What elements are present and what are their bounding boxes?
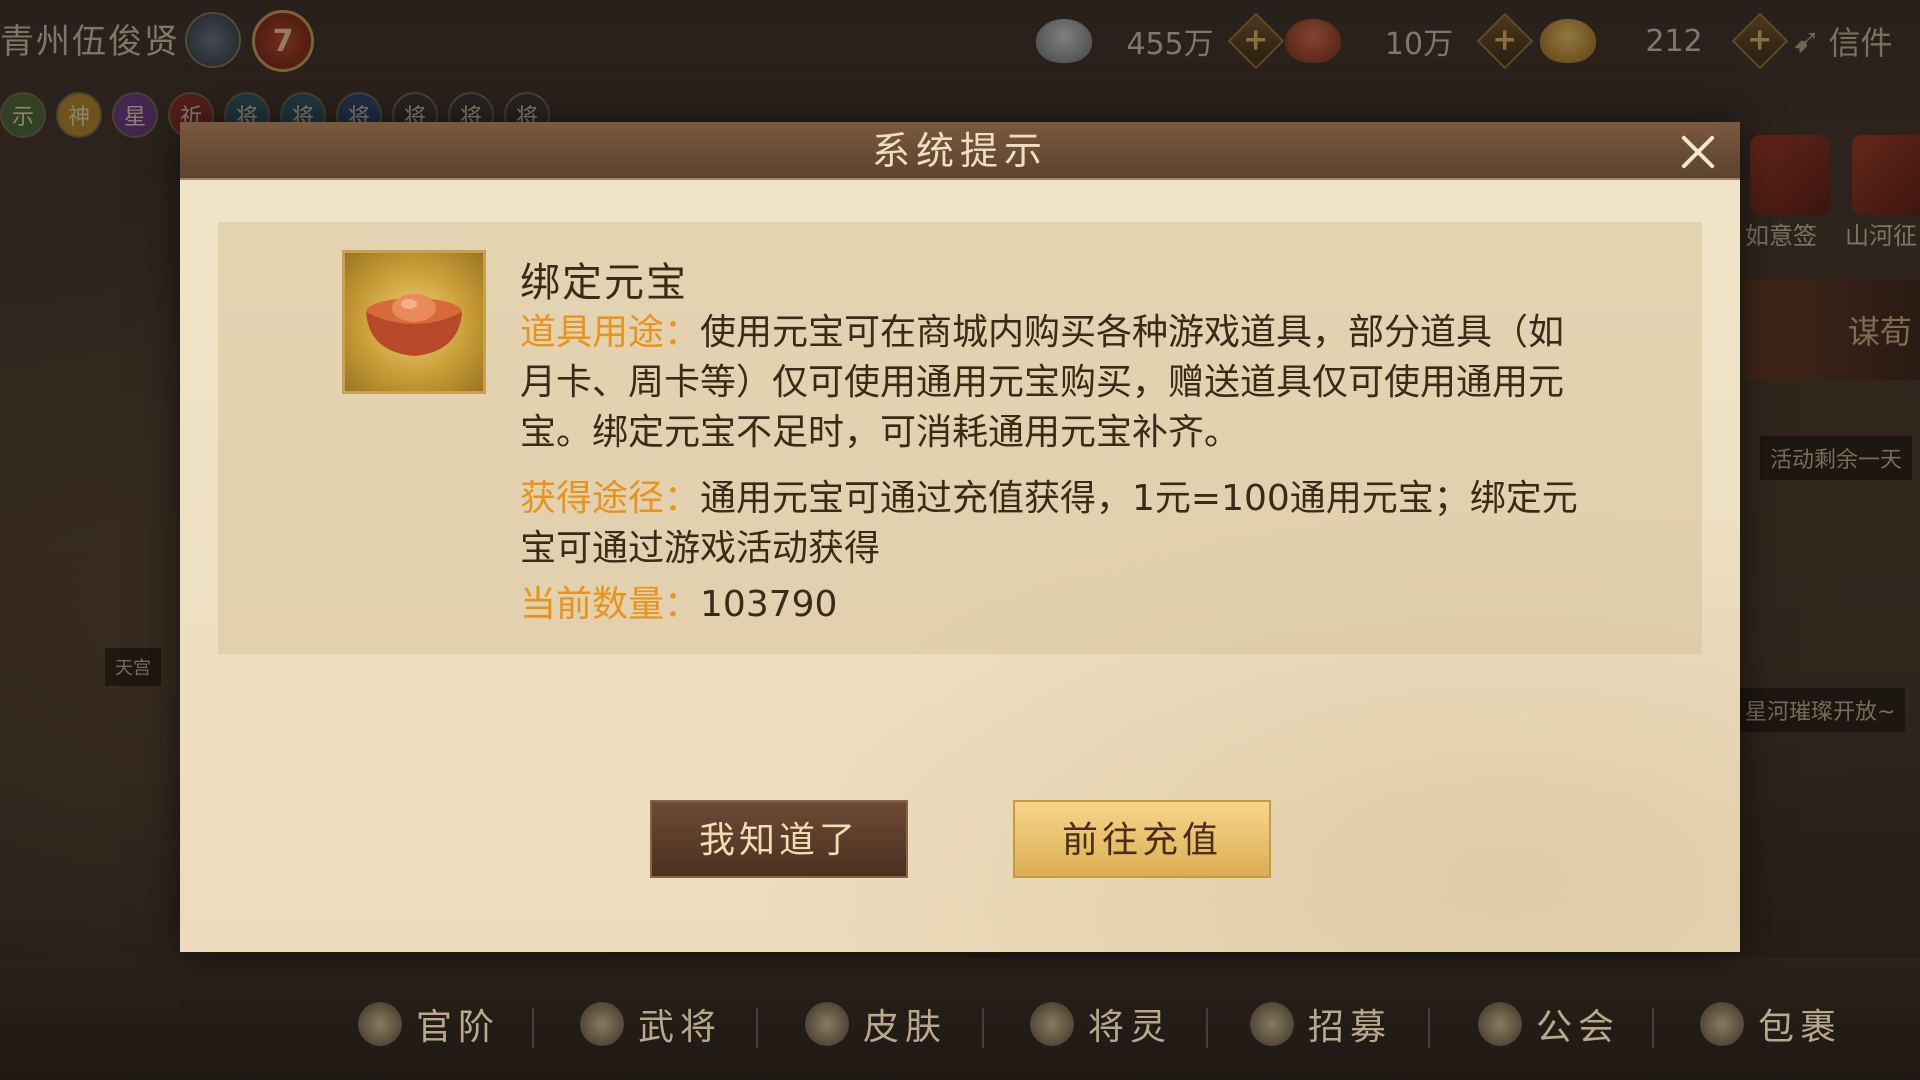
skin-icon	[805, 1002, 849, 1046]
recruit-icon	[1250, 1002, 1294, 1046]
close-icon[interactable]	[1676, 130, 1720, 174]
nav-label: 公会	[1536, 1007, 1621, 1048]
recharge-button[interactable]: 前往充值	[1013, 800, 1271, 878]
general-icon	[580, 1002, 624, 1046]
count-label: 当前数量：	[520, 584, 701, 625]
obtain-section: 获得途径：通用元宝可通过充值获得，1元=100通用元宝；绑定元宝可通过游戏活动获…	[520, 474, 1600, 574]
bottom-nav: 官阶 武将 皮肤 将灵 招募 公会 包裹	[0, 958, 1920, 1080]
nav-recruit[interactable]: 招募	[1250, 998, 1392, 1050]
nav-label: 包裹	[1758, 1007, 1843, 1048]
dialog-title: 系统提示	[871, 129, 1048, 173]
ingot-graphic	[366, 294, 462, 356]
nav-rank[interactable]: 官阶	[358, 998, 500, 1050]
guild-icon	[1478, 1002, 1522, 1046]
nav-label: 武将	[638, 1007, 723, 1048]
system-prompt-dialog: 系统提示 绑定元宝 道具用途：使用元宝可在商城内购买各种游戏道具，部分道具（如月…	[180, 122, 1740, 952]
nav-divider	[1652, 1008, 1654, 1048]
nav-guild[interactable]: 公会	[1478, 998, 1620, 1050]
usage-label: 道具用途：	[520, 312, 701, 353]
dialog-body: 绑定元宝 道具用途：使用元宝可在商城内购买各种游戏道具，部分道具（如月卡、周卡等…	[180, 180, 1740, 952]
nav-divider	[532, 1008, 534, 1048]
nav-skin[interactable]: 皮肤	[805, 998, 947, 1050]
nav-label: 将灵	[1088, 1007, 1173, 1048]
count-section: 当前数量：103790	[520, 580, 1600, 630]
nav-divider	[982, 1008, 984, 1048]
nav-label: 皮肤	[863, 1007, 948, 1048]
rank-icon	[358, 1002, 402, 1046]
nav-generals[interactable]: 武将	[580, 998, 722, 1050]
usage-section: 道具用途：使用元宝可在商城内购买各种游戏道具，部分道具（如月卡、周卡等）仅可使用…	[520, 308, 1600, 458]
nav-divider	[756, 1008, 758, 1048]
gold-ingot-icon	[342, 250, 486, 394]
acknowledge-button[interactable]: 我知道了	[650, 800, 908, 878]
item-name: 绑定元宝	[520, 260, 688, 306]
spirit-icon	[1030, 1002, 1074, 1046]
obtain-label: 获得途径：	[520, 478, 701, 519]
nav-spirit[interactable]: 将灵	[1030, 998, 1172, 1050]
item-info-panel: 绑定元宝 道具用途：使用元宝可在商城内购买各种游戏道具，部分道具（如月卡、周卡等…	[218, 222, 1702, 654]
nav-label: 招募	[1308, 1007, 1393, 1048]
nav-label: 官阶	[416, 1007, 501, 1048]
count-value: 103790	[700, 584, 838, 625]
bag-icon	[1700, 1002, 1744, 1046]
nav-divider	[1428, 1008, 1430, 1048]
nav-bag[interactable]: 包裹	[1700, 998, 1842, 1050]
nav-divider	[1206, 1008, 1208, 1048]
